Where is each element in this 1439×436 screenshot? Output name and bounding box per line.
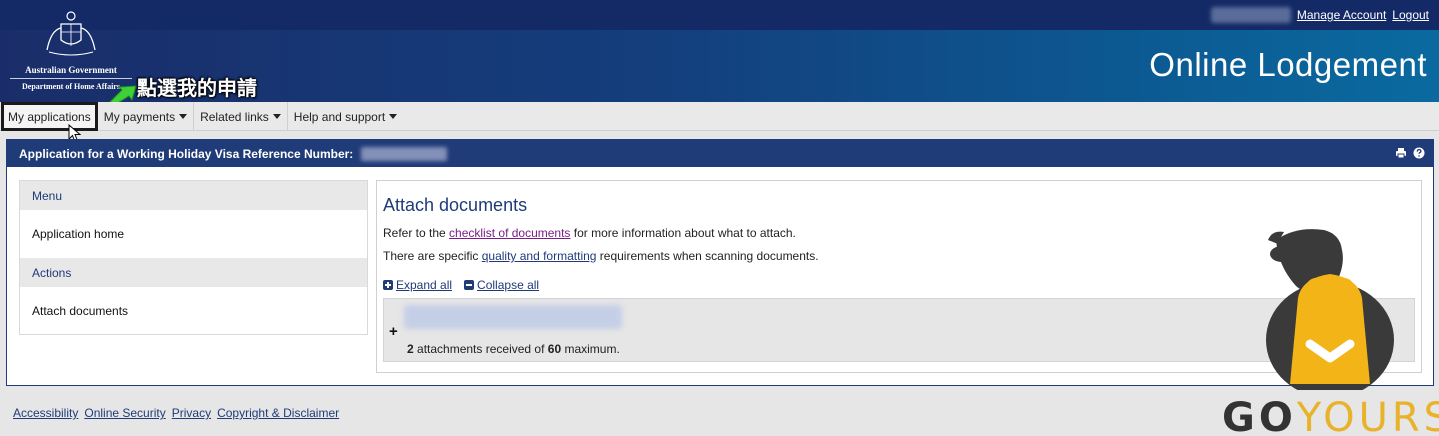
quality-text: There are specific quality and formattin… [383,249,819,263]
checklist-text: Refer to the checklist of documents for … [383,226,796,240]
text-fragment: There are specific [383,249,482,263]
side-item-application-home[interactable]: Application home [20,210,367,258]
expand-all-label: Expand all [396,278,453,292]
text-fragment: maximum. [561,342,620,356]
caret-down-icon [179,114,188,119]
menu-heading: Menu [20,181,367,210]
collapse-all-label: Collapse all [477,278,540,292]
nav-label: Help and support [293,109,386,124]
main-nav: My applications My payments Related link… [0,102,1439,131]
goyours-watermark: GOYOURS [1222,395,1439,436]
manage-account-link[interactable]: Manage Account [1297,8,1386,22]
collapse-all-button[interactable]: Collapse all [464,278,539,292]
attachments-maximum: 60 [547,342,562,356]
caret-down-icon [272,114,281,119]
expand-controls: Expand all Collapse all [383,278,539,292]
logout-link[interactable]: Logout [1392,8,1429,22]
actions-heading: Actions [20,258,367,287]
annotation-label: 點選我的申請 [137,76,257,100]
help-icon[interactable] [1413,147,1425,159]
redacted-username [1210,7,1291,23]
minus-square-icon [464,280,475,290]
nav-my-applications[interactable]: My applications [1,102,98,131]
bear-mascot-icon [1266,229,1394,390]
print-icon[interactable] [1395,147,1407,159]
footer-online-security-link[interactable]: Online Security [84,406,165,420]
text-fragment: attachments received of [413,342,548,356]
account-bar: Manage Account Logout [1210,7,1429,23]
quality-formatting-link[interactable]: quality and formatting [482,249,597,263]
panel-heading-text: Application for a Working Holiday Visa R… [19,146,354,161]
nav-help-support[interactable]: Help and support [288,102,403,131]
side-menu: Menu Application home Actions Attach doc… [19,180,368,335]
checklist-link[interactable]: checklist of documents [449,226,570,240]
nav-label: My applications [8,109,91,124]
nav-label: My payments [103,109,176,124]
watermark-yours: YOURS [1296,395,1439,436]
coat-of-arms-icon [46,11,96,56]
redacted-applicant-name [404,305,622,329]
text-fragment: Refer to the [383,226,450,240]
text-fragment: requirements when scanning documents. [596,249,819,263]
nav-my-payments[interactable]: My payments [98,102,195,131]
annotation-arrow-icon [109,85,137,104]
section-title: Attach documents [383,195,528,215]
site-footer: Accessibility Online Security Privacy Co… [13,406,339,420]
nav-related-links[interactable]: Related links [194,102,288,131]
application-panel: Application for a Working Holiday Visa R… [6,139,1434,386]
text-fragment: for more information about what to attac… [570,226,796,240]
panel-heading: Application for a Working Holiday Visa R… [7,140,1433,167]
footer-privacy-link[interactable]: Privacy [172,406,211,420]
attachments-received: 2 [407,342,414,356]
page-title: Online Lodgement [1149,46,1427,83]
footer-accessibility-link[interactable]: Accessibility [13,406,78,420]
expand-all-button[interactable]: Expand all [383,278,452,292]
redacted-reference-number [361,146,448,161]
watermark-go: GO [1222,395,1297,436]
caret-down-icon [389,114,398,119]
panel-tools [1395,147,1425,159]
expand-plus-icon[interactable]: + [389,323,398,340]
footer-copyright-link[interactable]: Copyright & Disclaimer [217,406,339,420]
attachments-count: 2 attachments received of 60 maximum. [407,342,620,356]
nav-label: Related links [200,109,269,124]
gov-line1: Australian Government [10,65,132,79]
government-logo: Australian Government Department of Home… [10,10,132,91]
plus-square-icon [383,280,393,290]
side-item-attach-documents[interactable]: Attach documents [20,287,367,335]
